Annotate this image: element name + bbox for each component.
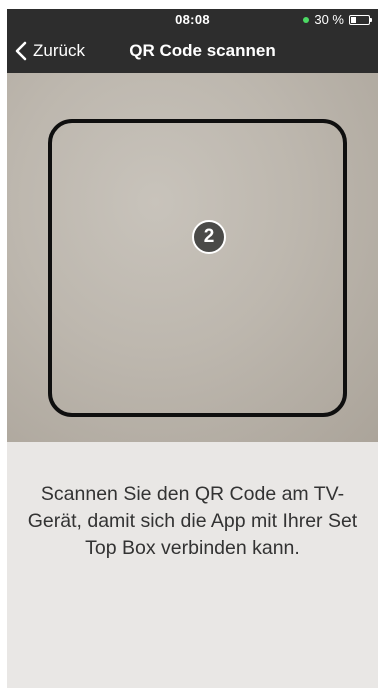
status-indicators: 30 % — [303, 12, 372, 27]
instruction-text: Scannen Sie den QR Code am TV-Gerät, dam… — [27, 483, 358, 559]
charging-dot-icon — [303, 16, 310, 23]
navigation-bar: Zurück QR Code scannen — [7, 29, 378, 73]
step-badge: 2 — [192, 220, 226, 254]
camera-viewfinder[interactable]: 2 — [7, 73, 378, 442]
page-title: QR Code scannen — [129, 41, 276, 60]
scan-frame — [48, 119, 347, 417]
battery-icon — [349, 14, 372, 25]
status-bar: 08:08 30 % — [7, 9, 378, 29]
battery-percentage: 30 % — [314, 12, 344, 27]
app-screen: 08:08 30 % Zurück QR Code scannen 2 Scan… — [7, 9, 378, 688]
battery-level — [351, 16, 356, 23]
